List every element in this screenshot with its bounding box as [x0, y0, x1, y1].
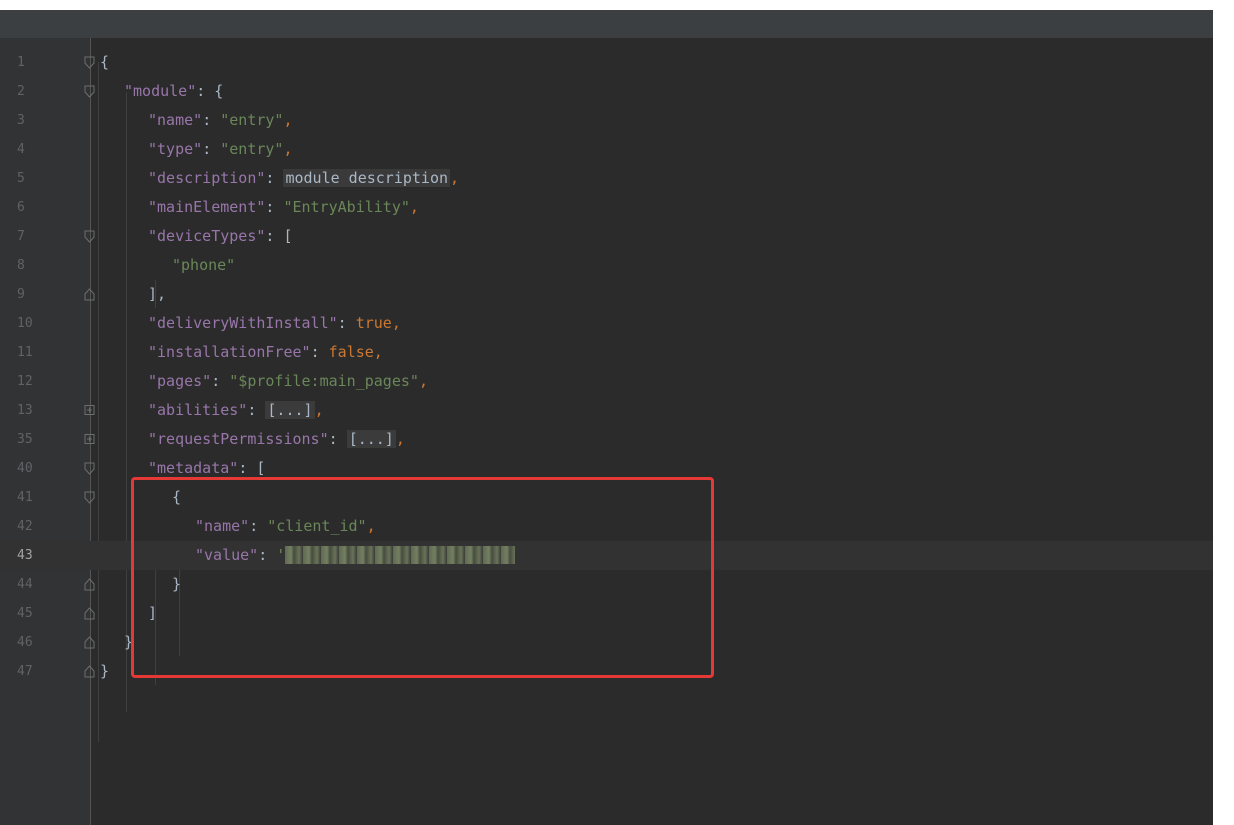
line-number: 2: [17, 84, 25, 99]
line-number: 13: [17, 403, 33, 418]
code-line[interactable]: 9 ],: [0, 280, 1213, 309]
line-number: 45: [17, 606, 33, 621]
folded-region-placeholder: [...]: [265, 401, 315, 419]
fold-collapsed-icon[interactable]: [84, 433, 95, 446]
json-key: "installationFree": [148, 343, 311, 361]
fold-end-icon[interactable]: [84, 665, 95, 678]
json-key: "abilities": [148, 401, 248, 419]
json-string-value: "phone": [172, 256, 236, 274]
code-line[interactable]: 13 "abilities": [...],: [0, 396, 1213, 425]
code-line[interactable]: 2 "module": {: [0, 77, 1213, 106]
line-number: 35: [17, 432, 33, 447]
fold-end-icon[interactable]: [84, 636, 95, 649]
line-number: 46: [17, 635, 33, 650]
line-number: 7: [17, 229, 25, 244]
code-line[interactable]: 1 {: [0, 48, 1213, 77]
line-number: 12: [17, 374, 33, 389]
code-line[interactable]: 4 "type": "entry",: [0, 135, 1213, 164]
code-line[interactable]: 35 "requestPermissions": [...],: [0, 425, 1213, 454]
json-punctuation: : {: [196, 82, 224, 100]
fold-open-icon[interactable]: [84, 462, 95, 475]
fold-open-icon[interactable]: [84, 491, 95, 504]
resource-reference-value: module description: [283, 169, 451, 187]
fold-end-icon[interactable]: [84, 288, 95, 301]
folded-region-placeholder: [...]: [346, 430, 396, 448]
line-number: 11: [17, 345, 33, 360]
json-key: "pages": [148, 372, 212, 390]
line-number: 8: [17, 258, 25, 273]
line-number: 47: [17, 664, 33, 679]
code-line[interactable]: 10 "deliveryWithInstall": true,: [0, 309, 1213, 338]
line-number: 43: [17, 548, 33, 563]
code-line[interactable]: 6 "mainElement": "EntryAbility",: [0, 193, 1213, 222]
code-line[interactable]: 8 "phone": [0, 251, 1213, 280]
json-string-value: "entry": [220, 140, 284, 158]
fold-open-icon[interactable]: [84, 85, 95, 98]
code-line[interactable]: 3 "name": "entry",: [0, 106, 1213, 135]
json-key: "requestPermissions": [148, 430, 329, 448]
json-key: "metadata": [148, 459, 239, 477]
json-string-value: "entry": [220, 111, 284, 129]
json-string-value: "$profile:main_pages": [229, 372, 419, 390]
json-key: "deliveryWithInstall": [148, 314, 338, 332]
fold-open-icon[interactable]: [84, 56, 95, 69]
line-number: 10: [17, 316, 33, 331]
fold-end-icon[interactable]: [84, 578, 95, 591]
line-number: 40: [17, 461, 33, 476]
code-editor[interactable]: 1 { 2 "module": { 3 "name": "entry", 4 "…: [0, 10, 1213, 825]
json-key: "module": [124, 82, 197, 100]
line-number: 4: [17, 142, 25, 157]
json-brace: {: [100, 53, 110, 71]
line-number: 41: [17, 490, 33, 505]
line-number: 9: [17, 287, 25, 302]
fold-collapsed-icon[interactable]: [84, 404, 95, 417]
line-number: 44: [17, 577, 33, 592]
json-key: "description": [148, 169, 266, 187]
fold-open-icon[interactable]: [84, 230, 95, 243]
red-highlight-annotation: [131, 477, 714, 678]
line-number: 1: [17, 55, 25, 70]
code-line[interactable]: 12 "pages": "$profile:main_pages",: [0, 367, 1213, 396]
line-number: 6: [17, 200, 25, 215]
code-line[interactable]: 11 "installationFree": false,: [0, 338, 1213, 367]
json-boolean-value: false: [328, 343, 374, 361]
fold-end-icon[interactable]: [84, 607, 95, 620]
code-line[interactable]: 5 "description": module description,: [0, 164, 1213, 193]
json-key: "type": [148, 140, 203, 158]
line-number: 42: [17, 519, 33, 534]
json-key: "name": [148, 111, 203, 129]
line-number: 3: [17, 113, 25, 128]
json-string-value: "EntryAbility": [283, 198, 410, 216]
json-boolean-value: true: [355, 314, 392, 332]
json-key: "deviceTypes": [148, 227, 266, 245]
editor-tab-bar: [0, 10, 1213, 38]
json-key: "mainElement": [148, 198, 266, 216]
code-line[interactable]: 7 "deviceTypes": [: [0, 222, 1213, 251]
line-number: 5: [17, 171, 25, 186]
